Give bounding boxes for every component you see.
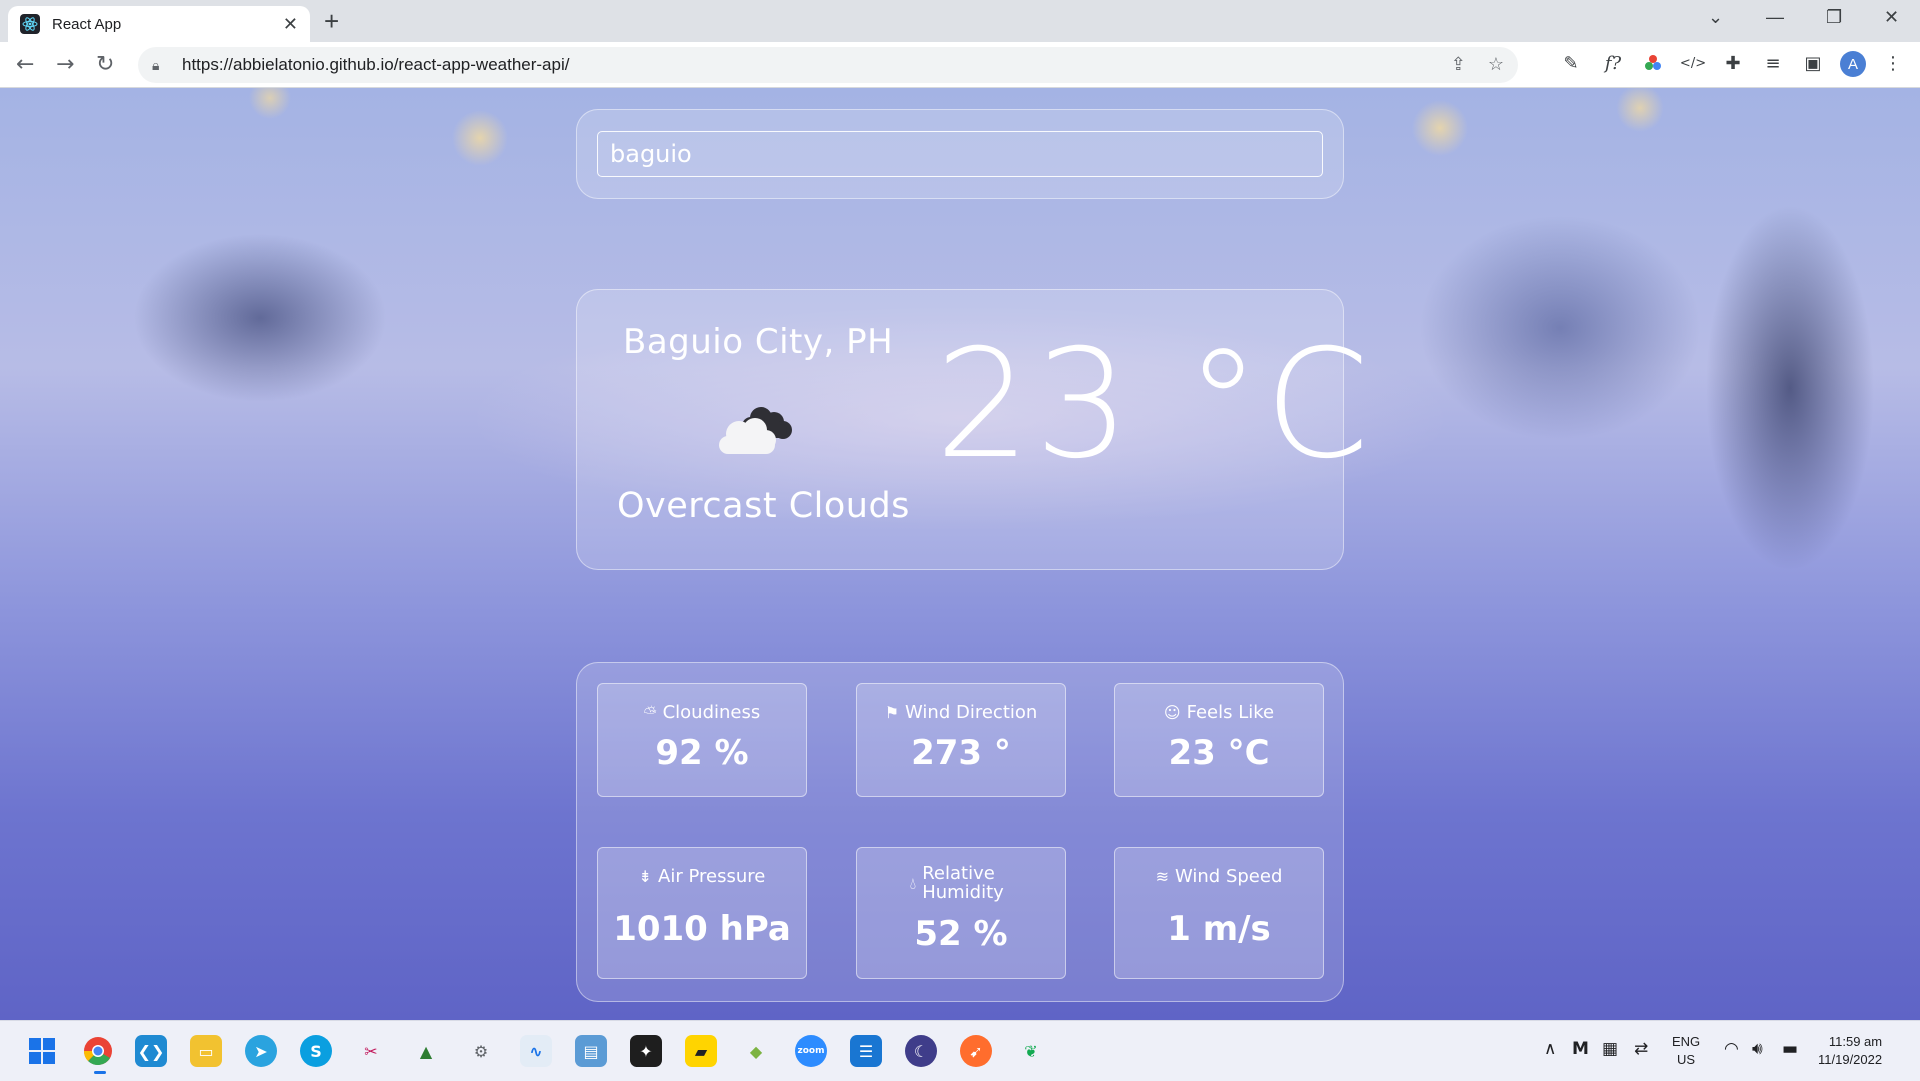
postman-icon[interactable]: ➹: [960, 1035, 992, 1067]
tab-close-icon[interactable]: ✕: [283, 14, 298, 35]
stat-label: Air Pressure: [658, 866, 766, 887]
address-bar[interactable]: 🔒︎ https://abbielatonio.github.io/react-…: [138, 47, 1518, 83]
search-card: [576, 109, 1344, 199]
share-icon[interactable]: ⇪: [1451, 54, 1466, 75]
profile-avatar[interactable]: A: [1840, 51, 1866, 77]
compress-icon: ⇟: [638, 867, 653, 886]
telegram-icon[interactable]: ➤: [245, 1035, 277, 1067]
react-logo-icon: [20, 14, 40, 34]
cloudy-sun-icon: ⛅︎: [643, 702, 657, 722]
figma-icon[interactable]: ✦: [630, 1035, 662, 1067]
stat-value: 23 °C: [1168, 733, 1270, 773]
stat-wind-direction: ⚑ Wind Direction 273 °: [856, 683, 1066, 797]
tray-app-icon[interactable]: ▦: [1602, 1039, 1618, 1059]
browser-titlebar: React App ✕ + ⌄ — ❐ ✕: [0, 0, 1920, 42]
current-weather-card: Baguio City, PH Overcast Clouds 23 °C: [576, 289, 1369, 570]
droplet-icon: 💧︎: [909, 873, 917, 893]
smile-icon: ☺: [1163, 703, 1181, 722]
pen-extension-icon[interactable]: ✎: [1560, 52, 1582, 74]
tray-sync-icon[interactable]: ⇄: [1634, 1039, 1648, 1059]
tab-title: React App: [52, 15, 122, 33]
volume-icon[interactable]: 🔊︎: [1752, 1039, 1763, 1059]
battery-icon[interactable]: ▬: [1782, 1039, 1798, 1059]
taskbar: ❮❯ ▭ ➤ S ✂ ▲ ⚙ ∿ ▤ ✦ ▰ ◆ zoom ☰ ☾ ➹ ❦ ∧ …: [0, 1020, 1920, 1081]
wifi-icon[interactable]: ◠: [1724, 1039, 1739, 1059]
code-extension-icon[interactable]: </>: [1680, 52, 1706, 74]
extensions-puzzle-icon[interactable]: ✚: [1722, 52, 1744, 74]
settings-gear-icon[interactable]: ⚙: [465, 1035, 497, 1067]
bookmark-star-icon[interactable]: ☆: [1488, 54, 1504, 75]
resource-monitor-icon[interactable]: ∿: [520, 1035, 552, 1067]
weather-stats-card: ⛅︎ Cloudiness 92 % ⚑ Wind Direction 273 …: [576, 662, 1344, 1002]
gmail-icon[interactable]: M: [1572, 1039, 1589, 1059]
region-code: US: [1677, 1052, 1696, 1067]
formula-extension-icon[interactable]: f?: [1602, 52, 1624, 74]
temperature: 23 °C: [935, 318, 1374, 492]
windows-start-icon[interactable]: [26, 1035, 58, 1067]
system-clock[interactable]: 11:59 am 11/19/2022: [1818, 1033, 1882, 1069]
window-close-icon[interactable]: ✕: [1884, 7, 1899, 28]
city-search-input[interactable]: [597, 131, 1323, 177]
cloud-icon: [711, 400, 801, 464]
stat-value: 52 %: [914, 914, 1008, 954]
stat-air-pressure: ⇟ Air Pressure 1010 hPa: [597, 847, 807, 979]
back-icon[interactable]: ←: [16, 52, 34, 77]
app-icon[interactable]: ▲: [410, 1035, 442, 1067]
lock-icon: 🔒︎: [152, 56, 160, 73]
menu-icon[interactable]: ⋮: [1882, 52, 1904, 74]
mongodb-icon[interactable]: ❦: [1015, 1035, 1047, 1067]
remote-desktop-icon[interactable]: ▤: [575, 1035, 607, 1067]
stat-label: Wind Direction: [905, 702, 1038, 723]
notepad-icon[interactable]: ☰: [850, 1035, 882, 1067]
file-explorer-icon[interactable]: ▭: [190, 1035, 222, 1067]
new-tab-icon[interactable]: +: [324, 6, 339, 37]
browser-toolbar: ← → ↻ 🔒︎ https://abbielatonio.github.io/…: [0, 42, 1920, 88]
stat-value: 92 %: [655, 733, 749, 773]
skype-icon[interactable]: S: [300, 1035, 332, 1067]
moon-app-icon[interactable]: ☾: [905, 1035, 937, 1067]
browser-tab[interactable]: React App ✕: [8, 6, 310, 42]
stat-label: Relative Humidity: [922, 863, 1004, 903]
stat-label: Wind Speed: [1175, 866, 1283, 887]
app-diamond-icon[interactable]: ◆: [740, 1035, 772, 1067]
stat-label: Cloudiness: [662, 702, 761, 723]
city-name: Baguio City, PH: [623, 322, 894, 362]
minimize-icon[interactable]: —: [1766, 7, 1784, 28]
stat-value: 273 °: [911, 733, 1011, 773]
stat-relative-humidity: 💧︎ Relative Humidity 52 %: [856, 847, 1066, 979]
url-text: https://abbielatonio.github.io/react-app…: [182, 55, 570, 74]
language-indicator[interactable]: ENG US: [1672, 1033, 1700, 1069]
clock-time: 11:59 am: [1828, 1034, 1883, 1049]
stat-wind-speed: ≋ Wind Speed 1 m/s: [1114, 847, 1324, 979]
color-picker-extension-icon[interactable]: [1642, 52, 1664, 74]
stat-cloudiness: ⛅︎ Cloudiness 92 %: [597, 683, 807, 797]
flag-icon: ⚑: [884, 703, 900, 722]
stat-feels-like: ☺ Feels Like 23 °C: [1114, 683, 1324, 797]
show-hidden-icons-icon[interactable]: ∧: [1544, 1039, 1556, 1059]
wind-icon: ≋: [1155, 867, 1169, 886]
forward-icon[interactable]: →: [56, 52, 74, 77]
stat-label: Feels Like: [1186, 702, 1275, 723]
chrome-icon[interactable]: [82, 1035, 114, 1067]
side-panel-icon[interactable]: ▣: [1802, 52, 1824, 74]
reload-icon[interactable]: ↻: [96, 52, 114, 77]
sticky-notes-icon[interactable]: ▰: [685, 1035, 717, 1067]
weather-app-page: Baguio City, PH Overcast Clouds 23 °C ⛅︎: [0, 88, 1920, 1020]
clock-date: 11/19/2022: [1818, 1052, 1883, 1067]
reading-list-icon[interactable]: ≡: [1762, 52, 1784, 74]
snipping-tool-icon[interactable]: ✂: [355, 1035, 387, 1067]
language-code: ENG: [1672, 1034, 1701, 1049]
tab-search-icon[interactable]: ⌄: [1708, 7, 1723, 28]
weather-description: Overcast Clouds: [617, 486, 910, 526]
active-app-indicator: [94, 1071, 106, 1074]
stat-value: 1 m/s: [1167, 909, 1271, 949]
vscode-icon[interactable]: ❮❯: [135, 1035, 167, 1067]
restore-icon[interactable]: ❐: [1826, 7, 1842, 28]
stat-value: 1010 hPa: [613, 909, 791, 949]
zoom-icon[interactable]: zoom: [795, 1035, 827, 1067]
